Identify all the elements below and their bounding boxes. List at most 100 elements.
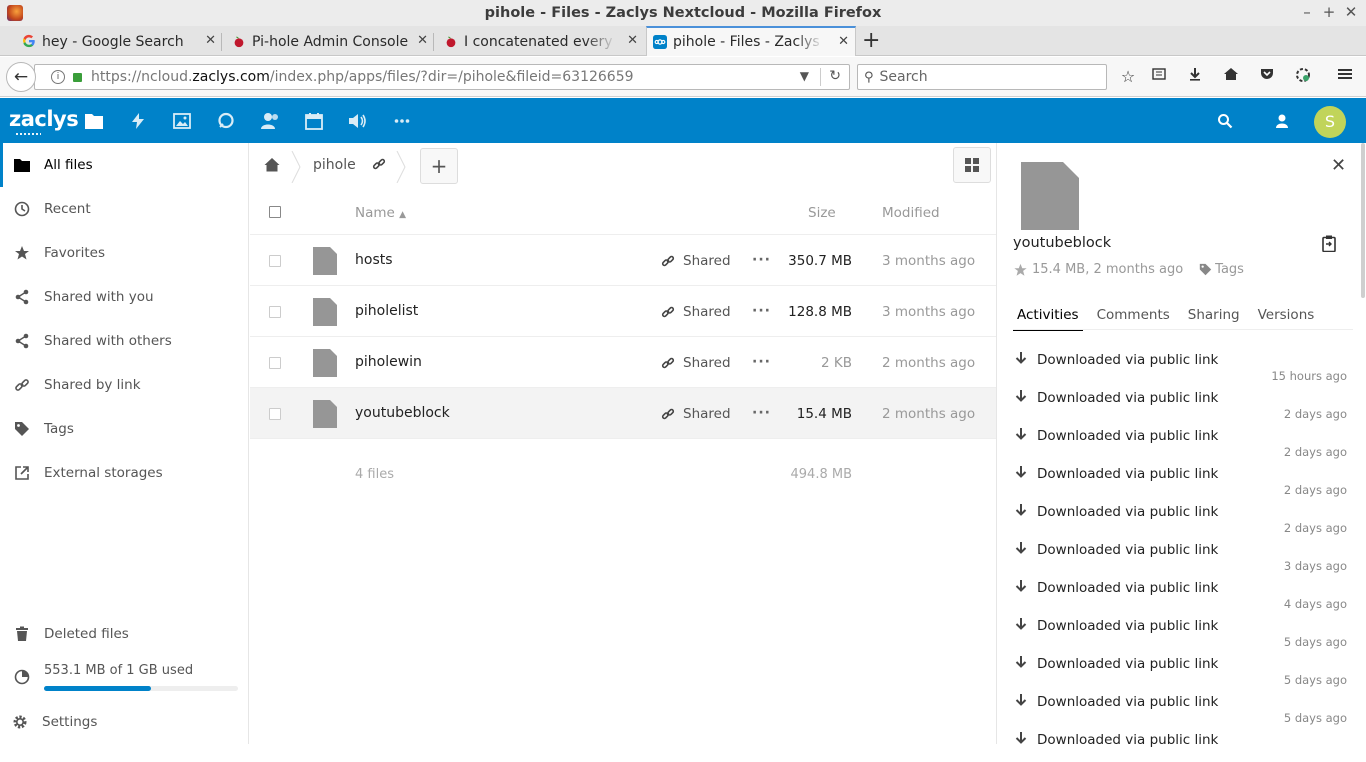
tab-pihole-admin[interactable]: Pi-hole Admin Console ✕: [226, 27, 434, 56]
audio-app-icon[interactable]: [347, 110, 369, 132]
tab-versions[interactable]: Versions: [1254, 304, 1319, 331]
share-button[interactable]: Shared: [661, 253, 731, 269]
tab-activities[interactable]: Activities: [1013, 304, 1083, 331]
new-file-button[interactable]: +: [420, 148, 458, 184]
calendar-app-icon[interactable]: [303, 110, 325, 132]
table-row[interactable]: hosts Shared ··· 350.7 MB 3 months ago: [250, 235, 996, 286]
close-window-icon[interactable]: ✕: [1342, 3, 1360, 21]
row-checkbox[interactable]: [269, 306, 281, 318]
table-row[interactable]: youtubeblock Shared ··· 15.4 MB 2 months…: [250, 388, 996, 439]
search-icon[interactable]: [1214, 110, 1236, 132]
more-actions-icon[interactable]: ···: [752, 303, 771, 319]
hamburger-menu-icon[interactable]: [1334, 66, 1356, 88]
tab-sharing[interactable]: Sharing: [1184, 304, 1244, 331]
grid-view-button[interactable]: [953, 147, 991, 183]
chevron-down-icon[interactable]: ▼: [800, 69, 809, 83]
url-bar[interactable]: i https://ncloud.zaclys.com/index.php/ap…: [34, 64, 850, 90]
sidebar-item-favorites[interactable]: Favorites: [0, 231, 248, 275]
share-button[interactable]: Shared: [661, 355, 731, 371]
talk-app-icon[interactable]: [215, 110, 237, 132]
share-button[interactable]: Shared: [661, 304, 731, 320]
zaclys-logo[interactable]: zaclys: [9, 107, 79, 136]
row-checkbox[interactable]: [269, 357, 281, 369]
file-name[interactable]: youtubeblock: [355, 405, 450, 421]
files-app-icon[interactable]: [83, 110, 105, 132]
storage-quota[interactable]: 553.1 MB of 1 GB used: [0, 653, 248, 703]
link-icon: [661, 408, 675, 420]
activity-time: 15 hours ago: [1271, 369, 1347, 383]
row-checkbox[interactable]: [269, 255, 281, 267]
more-actions-icon[interactable]: ···: [752, 252, 771, 268]
column-size[interactable]: Size: [808, 205, 836, 221]
sort-ascending-icon: ▲: [399, 210, 407, 220]
home-icon[interactable]: [264, 157, 280, 176]
sidebar-item-deleted-files[interactable]: Deleted files: [0, 612, 248, 656]
download-icon[interactable]: [1184, 66, 1206, 88]
extension-icon[interactable]: [1292, 66, 1314, 88]
tab-comments[interactable]: Comments: [1093, 304, 1174, 331]
maximize-icon[interactable]: +: [1320, 3, 1338, 21]
close-tab-icon[interactable]: ✕: [838, 34, 849, 49]
select-all-checkbox[interactable]: [269, 206, 281, 218]
activity-time: 5 days ago: [1283, 673, 1347, 687]
sidebar-item-shared-with-you[interactable]: Shared with you: [0, 275, 248, 319]
file-name[interactable]: hosts: [355, 252, 393, 268]
lock-icon[interactable]: [73, 72, 82, 82]
clock-icon: [14, 201, 30, 217]
share-link-icon[interactable]: [372, 157, 386, 175]
activity-item: Downloaded via public link 5 days ago: [1013, 648, 1353, 687]
star-icon[interactable]: [1013, 263, 1028, 277]
sidebar-item-shared-with-others[interactable]: Shared with others: [0, 319, 248, 363]
file-name[interactable]: piholewin: [355, 354, 422, 370]
activity-text: Downloaded via public link: [1037, 428, 1219, 444]
close-tab-icon[interactable]: ✕: [627, 33, 638, 48]
info-icon[interactable]: i: [51, 70, 65, 84]
close-tab-icon[interactable]: ✕: [205, 33, 216, 48]
sidebar-item-settings[interactable]: Settings: [0, 700, 248, 744]
back-button[interactable]: ←: [6, 62, 36, 92]
close-tab-icon[interactable]: ✕: [417, 33, 428, 48]
new-tab-button[interactable]: +: [862, 28, 880, 53]
sidebar-item-tags[interactable]: Tags: [0, 407, 248, 451]
gallery-app-icon[interactable]: [171, 110, 193, 132]
minimize-icon[interactable]: –: [1298, 3, 1316, 21]
tab-nextcloud-files[interactable]: pihole - Files - Zaclys Ne ✕: [646, 26, 856, 56]
row-checkbox[interactable]: [269, 408, 281, 420]
more-actions-icon[interactable]: ···: [752, 354, 771, 370]
reading-list-icon[interactable]: [1148, 66, 1170, 88]
breadcrumb-pihole[interactable]: pihole: [313, 157, 356, 173]
copy-link-icon[interactable]: [1321, 235, 1337, 256]
tags-button[interactable]: Tags: [1199, 262, 1244, 277]
pocket-icon[interactable]: [1256, 66, 1278, 88]
google-icon: [23, 34, 35, 48]
tab-label: pihole - Files - Zaclys Ne: [673, 34, 823, 50]
contacts-menu-icon[interactable]: [1271, 110, 1293, 132]
file-name[interactable]: piholelist: [355, 303, 418, 319]
contacts-app-icon[interactable]: [259, 110, 281, 132]
search-input[interactable]: ⚲ Search: [857, 64, 1107, 90]
activity-app-icon[interactable]: [127, 110, 149, 132]
more-actions-icon[interactable]: ···: [752, 405, 771, 421]
column-modified[interactable]: Modified: [882, 205, 940, 221]
avatar[interactable]: S: [1314, 106, 1346, 138]
sidebar-item-all-files[interactable]: All files: [0, 143, 248, 187]
tab-reddit-post[interactable]: I concatenated every Bl ✕: [438, 27, 644, 56]
more-apps-icon[interactable]: [391, 110, 413, 132]
download-icon: [1015, 618, 1027, 630]
close-icon[interactable]: ✕: [1331, 155, 1346, 176]
scrollbar[interactable]: [1361, 143, 1365, 298]
sidebar-item-external-storages[interactable]: External storages: [0, 451, 248, 495]
url-text[interactable]: https://ncloud.zaclys.com/index.php/apps…: [91, 69, 634, 85]
table-row[interactable]: piholewin Shared ··· 2 KB 2 months ago: [250, 337, 996, 388]
share-icon: [14, 333, 30, 349]
bookmark-star-icon[interactable]: ☆: [1117, 66, 1139, 88]
tab-google-search[interactable]: hey - Google Search ✕: [16, 27, 222, 56]
reload-icon[interactable]: ↻: [829, 68, 841, 84]
sidebar-item-recent[interactable]: Recent: [0, 187, 248, 231]
file-size: 2 KB: [821, 355, 852, 371]
column-name[interactable]: Name ▲: [355, 205, 406, 221]
table-row[interactable]: piholelist Shared ··· 128.8 MB 3 months …: [250, 286, 996, 337]
home-icon[interactable]: [1220, 66, 1242, 88]
share-button[interactable]: Shared: [661, 406, 731, 422]
sidebar-item-shared-by-link[interactable]: Shared by link: [0, 363, 248, 407]
